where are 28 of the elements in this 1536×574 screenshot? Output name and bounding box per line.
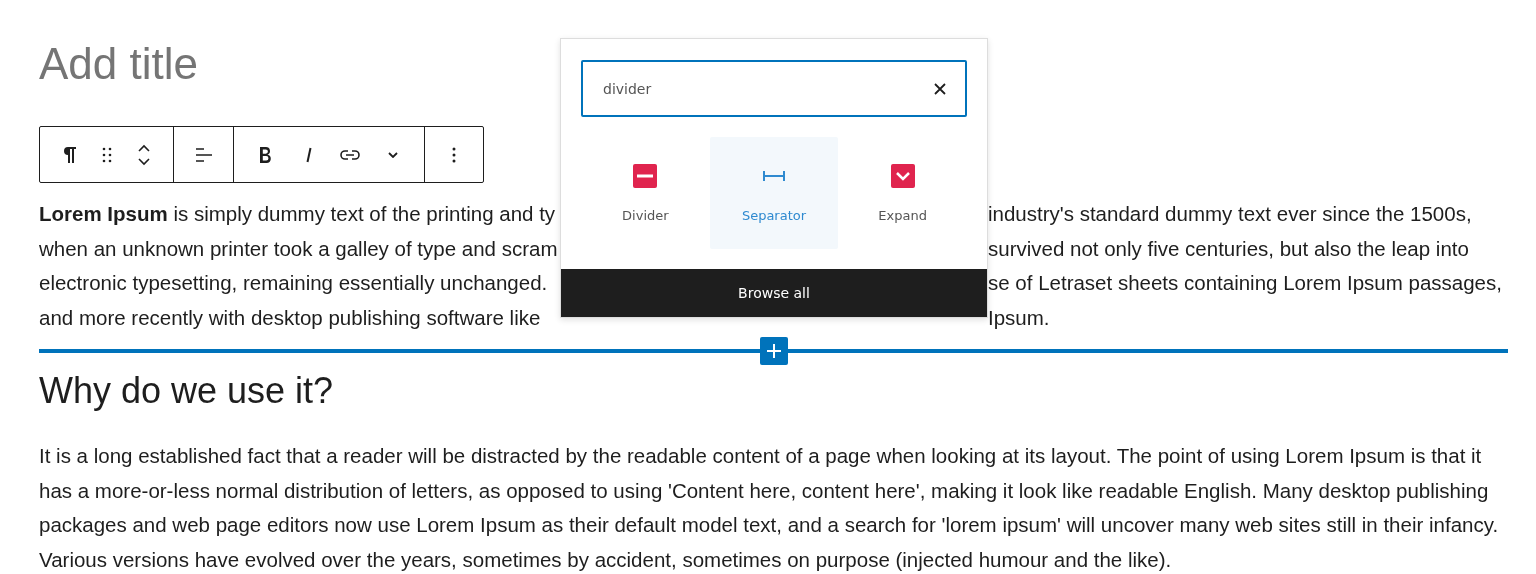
paragraph-text: se of Letraset sheets containing Lorem Ipsum passages, [988, 270, 1502, 296]
heading: Why do we use it? [39, 369, 335, 413]
paragraph-text: when an unknown printer took a galley of type and scram [39, 235, 558, 262]
chevron-down-icon [387, 151, 398, 158]
paragraph-text: survived not only five centuries, but also the leap into [988, 235, 1469, 262]
chevron-icon [890, 163, 915, 188]
block-result[interactable]: Expand [838, 137, 967, 249]
block-label: Expand [878, 207, 927, 223]
block-result[interactable]: Divider [581, 137, 710, 249]
paragraph-text: It is a long established fact that a reader will be distracted by the readable content of a page when looking at its layout. The point of using Lorem Ipsum is that it has a more-or-less normal distribution of letters, as opposed to using 'Content here, content here', making it look like readable English. Many desktop publishing packages and web page editors now use Lorem Ipsum as their default model text, and a search for 'lorem ipsum' will uncover many web sites still in their infancy. Various versions have evolved over the years, sometimes by accident, sometimes on purpose (injected humour and the like). [39, 443, 1500, 573]
search-field[interactable]: divider [601, 79, 933, 98]
title-placeholder[interactable]: Add title [39, 36, 198, 92]
add-block-button[interactable] [760, 337, 788, 365]
paragraph-text: and more recently with desktop publishing software like [39, 304, 541, 331]
kebab-menu-icon [452, 146, 457, 163]
search-box[interactable]: divider [581, 60, 967, 117]
paragraph-text: electronic typesetting, remaining essentially unchanged. [39, 270, 548, 296]
paragraph-text: Ipsum. [988, 304, 1050, 331]
plus-icon [766, 343, 782, 359]
block-label: Divider [622, 207, 669, 223]
paragraph-text: industry's standard dummy text ever since the 1500s, [988, 201, 1472, 227]
block-label: Separator [741, 207, 807, 223]
browse-all-button[interactable]: Browse all [561, 269, 987, 317]
block-result[interactable]: Separator [709, 137, 839, 249]
close-icon [933, 81, 947, 96]
clear-button[interactable] [933, 81, 947, 96]
paragraph-text: Lorem Ipsum is simply dummy text of the printing and ty [39, 201, 556, 227]
minus-icon [633, 163, 658, 188]
